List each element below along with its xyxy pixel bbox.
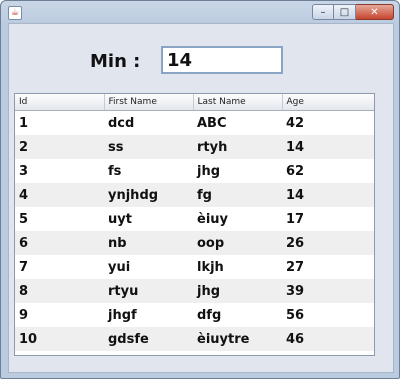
- column-header-age[interactable]: Age: [282, 94, 374, 111]
- cell-last-name[interactable]: èiuytre: [193, 327, 282, 351]
- column-header-id[interactable]: Id: [15, 94, 105, 111]
- table-row[interactable]: 9 jhgf dfg 56: [15, 303, 374, 327]
- cell-id[interactable]: 2: [15, 135, 104, 159]
- cell-last-name[interactable]: lkjh: [193, 255, 282, 279]
- cell-first-name[interactable]: nb: [104, 231, 193, 255]
- cell-age[interactable]: 27: [282, 255, 374, 279]
- cell-first-name[interactable]: fs: [104, 159, 193, 183]
- table-row[interactable]: 5 uyt èiuy 17: [15, 207, 374, 231]
- cell-first-name[interactable]: yui: [104, 255, 193, 279]
- cell-id[interactable]: 3: [15, 159, 104, 183]
- column-header-last-name[interactable]: Last Name: [193, 94, 283, 111]
- cell-last-name[interactable]: ABC: [193, 111, 282, 136]
- close-button[interactable]: ✕: [356, 4, 394, 20]
- cell-age[interactable]: 14: [282, 183, 374, 207]
- table-row[interactable]: 8 rtyu jhg 39: [15, 279, 374, 303]
- content-panel: Min : Id First Name Last Name Age 1 dcd: [8, 23, 394, 373]
- cell-first-name[interactable]: ss: [104, 135, 193, 159]
- data-table: Id First Name Last Name Age 1 dcd ABC 42…: [14, 93, 375, 356]
- min-label: Min :: [90, 51, 141, 72]
- cell-age[interactable]: 42: [282, 111, 374, 136]
- table-row[interactable]: 4 ynjhdg fg 14: [15, 183, 374, 207]
- cell-last-name[interactable]: jhg: [193, 159, 282, 183]
- cell-last-name[interactable]: oop: [193, 231, 282, 255]
- cell-id[interactable]: 6: [15, 231, 104, 255]
- cell-first-name[interactable]: uyt: [104, 207, 193, 231]
- java-icon[interactable]: ☕: [8, 6, 22, 20]
- cell-last-name[interactable]: dfg: [193, 303, 282, 327]
- cell-first-name[interactable]: rtyu: [104, 279, 193, 303]
- cell-id[interactable]: 9: [15, 303, 104, 327]
- table-row[interactable]: 6 nb oop 26: [15, 231, 374, 255]
- title-bar[interactable]: ☕ – □ ✕: [1, 1, 399, 23]
- cell-id[interactable]: 8: [15, 279, 104, 303]
- cell-age[interactable]: 39: [282, 279, 374, 303]
- cell-age[interactable]: 56: [282, 303, 374, 327]
- cell-first-name[interactable]: dcd: [104, 111, 193, 136]
- app-window: ☕ – □ ✕ Min : Id First Name Last Name Ag…: [0, 0, 400, 379]
- cell-id[interactable]: 1: [15, 111, 104, 136]
- cell-age[interactable]: 46: [282, 327, 374, 351]
- cell-age[interactable]: 26: [282, 231, 374, 255]
- min-input[interactable]: [161, 46, 283, 74]
- cell-last-name[interactable]: jhg: [193, 279, 282, 303]
- column-header-first-name[interactable]: First Name: [104, 94, 194, 111]
- cell-last-name[interactable]: rtyh: [193, 135, 282, 159]
- cell-last-name[interactable]: èiuy: [193, 207, 282, 231]
- table-row[interactable]: 10 gdsfe èiuytre 46: [15, 327, 374, 351]
- cell-first-name[interactable]: jhgf: [104, 303, 193, 327]
- cell-age[interactable]: 14: [282, 135, 374, 159]
- cell-id[interactable]: 7: [15, 255, 104, 279]
- cell-first-name[interactable]: gdsfe: [104, 327, 193, 351]
- cell-age[interactable]: 62: [282, 159, 374, 183]
- cell-id[interactable]: 5: [15, 207, 104, 231]
- table-header-row: Id First Name Last Name Age: [15, 94, 374, 111]
- table-row[interactable]: 2 ss rtyh 14: [15, 135, 374, 159]
- table-row[interactable]: 3 fs jhg 62: [15, 159, 374, 183]
- cell-first-name[interactable]: ynjhdg: [104, 183, 193, 207]
- maximize-button[interactable]: □: [334, 4, 356, 20]
- table-row[interactable]: 7 yui lkjh 27: [15, 255, 374, 279]
- minimize-button[interactable]: –: [312, 4, 334, 20]
- cell-age[interactable]: 17: [282, 207, 374, 231]
- cell-id[interactable]: 4: [15, 183, 104, 207]
- cell-id[interactable]: 10: [15, 327, 104, 351]
- cell-last-name[interactable]: fg: [193, 183, 282, 207]
- table-row[interactable]: 1 dcd ABC 42: [15, 111, 374, 136]
